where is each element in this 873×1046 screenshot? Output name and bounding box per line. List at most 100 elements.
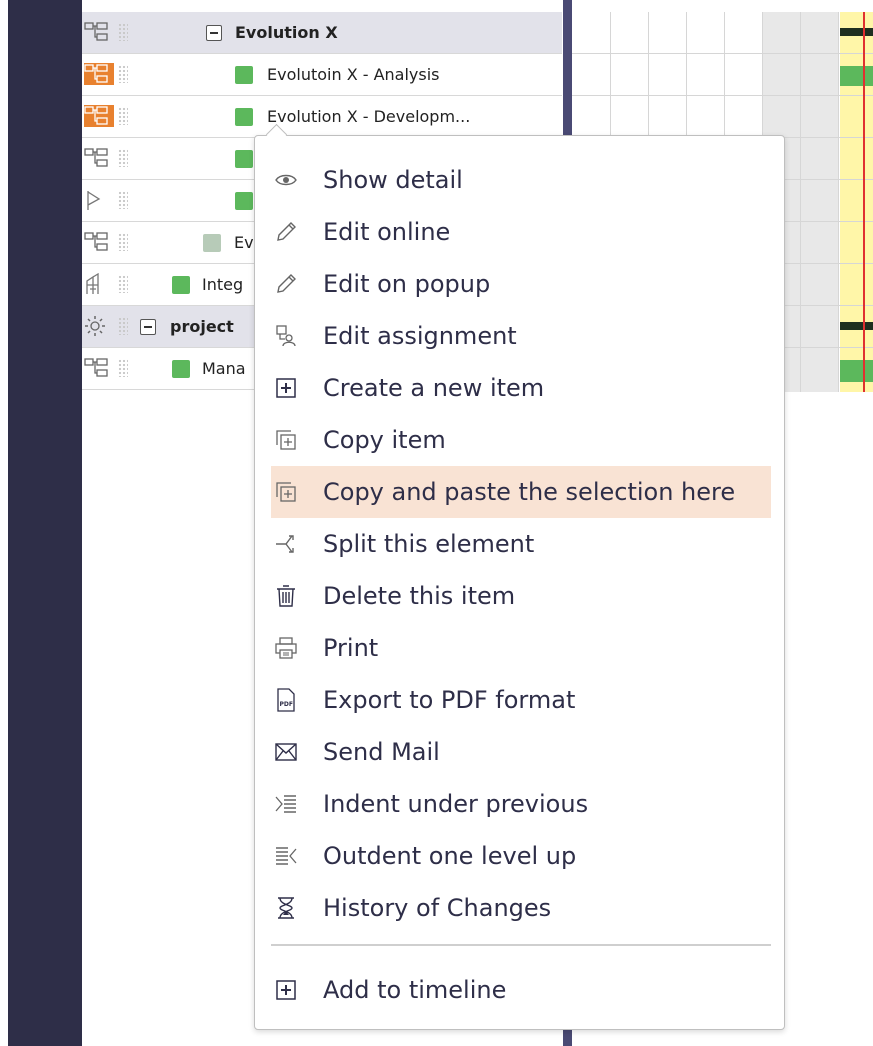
hierarchy-icon: [84, 232, 108, 251]
menu-item-export-pdf[interactable]: PDF Export to PDF format: [271, 674, 771, 726]
menu-item-edit-online[interactable]: Edit online: [271, 206, 771, 258]
flag-icon: [87, 191, 101, 210]
row-label: Evolutoin X - Analysis: [267, 65, 440, 84]
plus-box-icon: [273, 376, 299, 400]
row-icon-cell[interactable]: [82, 264, 132, 305]
drag-handle[interactable]: [118, 359, 128, 377]
eye-icon: [273, 168, 299, 192]
context-menu: Show detail Edit online Edit on popup Ed…: [254, 135, 785, 1030]
drag-handle[interactable]: [118, 275, 128, 293]
hierarchy-icon: [84, 63, 114, 85]
drag-handle[interactable]: [118, 23, 128, 41]
assignment-icon: [273, 324, 299, 348]
hierarchy-icon: [84, 358, 108, 377]
menu-item-send-mail[interactable]: Send Mail: [271, 726, 771, 778]
drag-handle[interactable]: [118, 107, 128, 125]
top-strip: [0, 0, 873, 12]
grid-line: [572, 95, 873, 96]
row-label: Integ: [202, 275, 244, 294]
indent-icon: [273, 792, 299, 816]
row-label: Evolution X - Developm...: [267, 107, 471, 126]
menu-separator: [271, 944, 771, 946]
menu-item-label: Outdent one level up: [323, 842, 577, 870]
grid-line: [572, 53, 873, 54]
table-row[interactable]: Evolution X - Developm...: [82, 96, 562, 138]
printer-icon: [273, 636, 299, 660]
menu-item-create-new-item[interactable]: Create a new item: [271, 362, 771, 414]
pdf-icon: PDF: [273, 688, 299, 712]
row-label: Mana: [202, 359, 246, 378]
hourglass-icon: [273, 896, 299, 920]
menu-item-show-detail[interactable]: Show detail: [271, 154, 771, 206]
grid-line: [800, 12, 801, 392]
drag-handle[interactable]: [118, 65, 128, 83]
drag-handle[interactable]: [118, 191, 128, 209]
menu-item-label: Send Mail: [323, 738, 440, 766]
plus-box-icon: [273, 978, 299, 1002]
menu-item-label: Copy item: [323, 426, 446, 454]
row-icon-cell[interactable]: [82, 12, 132, 53]
menu-item-split-element[interactable]: Split this element: [271, 518, 771, 570]
menu-item-label: Show detail: [323, 166, 463, 194]
drag-handle[interactable]: [118, 317, 128, 335]
drag-handle[interactable]: [118, 149, 128, 167]
menu-item-copy-and-paste[interactable]: Copy and paste the selection here: [271, 466, 771, 518]
row-icon-cell[interactable]: [82, 180, 132, 221]
status-square: [172, 276, 190, 294]
menu-item-label: Export to PDF format: [323, 686, 576, 714]
left-sidebar: [0, 0, 82, 1046]
copy-icon: [273, 428, 299, 452]
drag-handle[interactable]: [118, 233, 128, 251]
menu-item-indent[interactable]: Indent under previous: [271, 778, 771, 830]
task-bar[interactable]: [840, 360, 873, 382]
menu-item-label: Split this element: [323, 530, 535, 558]
menu-item-label: Edit online: [323, 218, 451, 246]
table-row[interactable]: Evolution X: [82, 12, 562, 54]
row-icon-cell[interactable]: [82, 348, 132, 389]
menu-item-edit-assignment[interactable]: Edit assignment: [271, 310, 771, 362]
menu-item-label: Edit on popup: [323, 270, 491, 298]
menu-item-label: Create a new item: [323, 374, 545, 402]
mail-icon: [273, 740, 299, 764]
menu-item-history[interactable]: History of Changes: [271, 882, 771, 934]
menu-item-add-to-timeline[interactable]: Add to timeline: [271, 964, 771, 1016]
row-icon-cell[interactable]: [82, 96, 132, 137]
menu-item-label: Edit assignment: [323, 322, 517, 350]
menu-item-edit-on-popup[interactable]: Edit on popup: [271, 258, 771, 310]
collapse-icon[interactable]: [140, 319, 156, 335]
status-square: [172, 360, 190, 378]
status-square: [235, 108, 253, 126]
menu-item-label: Copy and paste the selection here: [323, 478, 736, 506]
row-label: project: [170, 317, 234, 336]
pencil-icon: [273, 220, 299, 244]
summary-bar[interactable]: [840, 28, 873, 36]
menu-item-delete-item[interactable]: Delete this item: [271, 570, 771, 622]
trash-icon: [273, 584, 299, 608]
hierarchy-icon: [84, 148, 108, 167]
copy-paste-icon: [273, 480, 299, 504]
today-line: [863, 12, 865, 392]
pencil-icon: [273, 272, 299, 296]
svg-text:PDF: PDF: [280, 701, 293, 708]
row-label: Ev: [234, 233, 254, 252]
status-square: [235, 192, 253, 210]
task-bar[interactable]: [840, 66, 873, 86]
menu-item-outdent[interactable]: Outdent one level up: [271, 830, 771, 882]
split-icon: [273, 532, 299, 556]
hierarchy-icon: [84, 105, 114, 127]
row-icon-cell[interactable]: [82, 138, 132, 179]
grid-line: [838, 12, 839, 392]
row-icon-cell[interactable]: [82, 306, 132, 347]
row-label: Evolution X: [235, 23, 338, 42]
collapse-icon[interactable]: [206, 25, 222, 41]
menu-item-label: Print: [323, 634, 379, 662]
status-square: [235, 66, 253, 84]
table-row[interactable]: Evolutoin X - Analysis: [82, 54, 562, 96]
menu-item-label: Delete this item: [323, 582, 516, 610]
summary-bar[interactable]: [840, 322, 873, 330]
outdent-icon: [273, 844, 299, 868]
menu-item-copy-item[interactable]: Copy item: [271, 414, 771, 466]
row-icon-cell[interactable]: [82, 222, 132, 263]
row-icon-cell[interactable]: [82, 54, 132, 95]
menu-item-print[interactable]: Print: [271, 622, 771, 674]
